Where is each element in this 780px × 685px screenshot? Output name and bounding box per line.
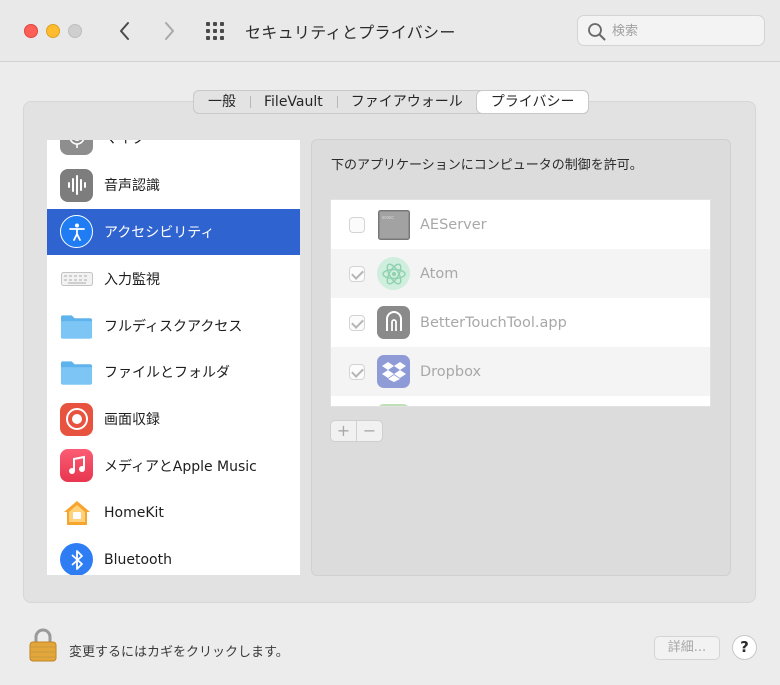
tab-firewall[interactable]: ファイアウォール [336, 91, 477, 113]
search-icon [588, 23, 606, 41]
list-item[interactable]: Dropbox [331, 347, 710, 396]
sidebar-item-label: 入力監視 [104, 271, 160, 288]
app-checkbox[interactable] [349, 363, 365, 380]
add-remove-control: + − [330, 420, 383, 442]
svg-text:exec: exec [382, 215, 394, 221]
app-name: Dropbox [420, 363, 482, 380]
app-name: BetterTouchTool.app [420, 314, 567, 331]
close-button[interactable] [24, 24, 38, 38]
terminal-icon: exec [377, 208, 410, 241]
app-list[interactable]: exec AEServer Atom BetterTouchTool.app D… [330, 199, 711, 407]
app-checkbox[interactable] [349, 265, 365, 282]
sidebar-item-label: Bluetooth [104, 551, 172, 568]
tab-general[interactable]: 一般 [194, 91, 250, 113]
list-item-partial[interactable] [331, 396, 710, 406]
sidebar-item-label: メディアとApple Music [104, 458, 257, 475]
chevron-right-icon [165, 22, 174, 40]
tab-bar: 一般 FileVault ファイアウォール プライバシー [193, 90, 590, 114]
record-icon [60, 402, 93, 436]
chevron-left-icon [120, 22, 129, 40]
sidebar-item-label: マイク [104, 140, 146, 148]
help-button[interactable]: ? [732, 635, 757, 660]
details-button[interactable]: 詳細... [654, 636, 720, 660]
app-checkbox[interactable] [349, 216, 365, 233]
sidebar-item-full-disk-access[interactable]: フルディスクアクセス [47, 302, 300, 349]
tab-privacy[interactable]: プライバシー [476, 91, 589, 113]
sidebar-item-input-monitoring[interactable]: 入力監視 [47, 255, 300, 302]
forward-button[interactable] [158, 18, 180, 44]
atom-icon [377, 257, 410, 290]
pane-heading: 下のアプリケーションにコンピュータの制御を許可。 [331, 158, 643, 173]
toolbar: セキュリティとプライバシー [0, 0, 780, 62]
sidebar-item-speech-recognition[interactable]: 音声認識 [47, 162, 300, 209]
privacy-category-list[interactable]: マイク 音声認識 アクセシビリティ 入力監視 [47, 140, 300, 575]
bettertouchtool-icon [377, 306, 410, 339]
window-title: セキュリティとプライバシー [245, 23, 456, 42]
app-icon-partial [377, 404, 410, 406]
keyboard-icon [60, 262, 93, 295]
microphone-icon [60, 140, 93, 155]
music-note-icon [60, 449, 93, 483]
show-all-button[interactable] [204, 20, 228, 42]
lock-button[interactable] [29, 628, 57, 662]
preferences-window: セキュリティとプライバシー 一般 FileVault ファイアウォール プライバ… [0, 0, 780, 685]
folder-icon [60, 356, 93, 389]
app-checkbox[interactable] [349, 314, 365, 331]
zoom-button[interactable] [68, 24, 82, 38]
sidebar-item-bluetooth[interactable]: Bluetooth [47, 536, 300, 575]
list-item[interactable]: Atom [331, 249, 710, 298]
list-item[interactable]: BetterTouchTool.app [331, 298, 710, 347]
sidebar-item-label: 画面収録 [104, 412, 160, 429]
remove-app-button[interactable]: − [356, 421, 382, 441]
sidebar-item-media-apple-music[interactable]: メディアとApple Music [47, 443, 300, 490]
add-app-button[interactable]: + [331, 421, 356, 441]
dropbox-icon [377, 355, 410, 388]
sidebar-item-files-and-folders[interactable]: ファイルとフォルダ [47, 349, 300, 396]
accessibility-icon [60, 215, 93, 249]
back-button[interactable] [114, 18, 136, 44]
search-field[interactable] [577, 15, 765, 46]
list-item[interactable]: exec AEServer [331, 200, 710, 249]
app-name: Atom [420, 265, 459, 282]
search-input[interactable] [612, 21, 757, 41]
sidebar-item-label: アクセシビリティ [104, 224, 215, 241]
minimize-button[interactable] [46, 24, 60, 38]
sidebar-item-screen-recording[interactable]: 画面収録 [47, 396, 300, 443]
folder-icon [60, 309, 93, 342]
waveform-icon [60, 168, 93, 202]
lock-icon [29, 628, 57, 662]
sidebar-item-microphone[interactable]: マイク [47, 140, 300, 162]
app-name: AEServer [420, 216, 487, 233]
sidebar-item-label: HomeKit [104, 504, 164, 521]
tab-filevault[interactable]: FileVault [250, 91, 337, 113]
sidebar-item-homekit[interactable]: HomeKit [47, 489, 300, 536]
bluetooth-icon [60, 543, 93, 575]
home-icon [60, 496, 93, 529]
sidebar-item-label: ファイルとフォルダ [104, 365, 230, 382]
lock-hint-text: 変更するにはカギをクリックします。 [69, 645, 289, 660]
sidebar-item-accessibility[interactable]: アクセシビリティ [47, 208, 300, 256]
sidebar-item-label: 音声認識 [104, 178, 160, 195]
grid-icon [206, 22, 224, 40]
sidebar-item-label: フルディスクアクセス [104, 318, 243, 335]
